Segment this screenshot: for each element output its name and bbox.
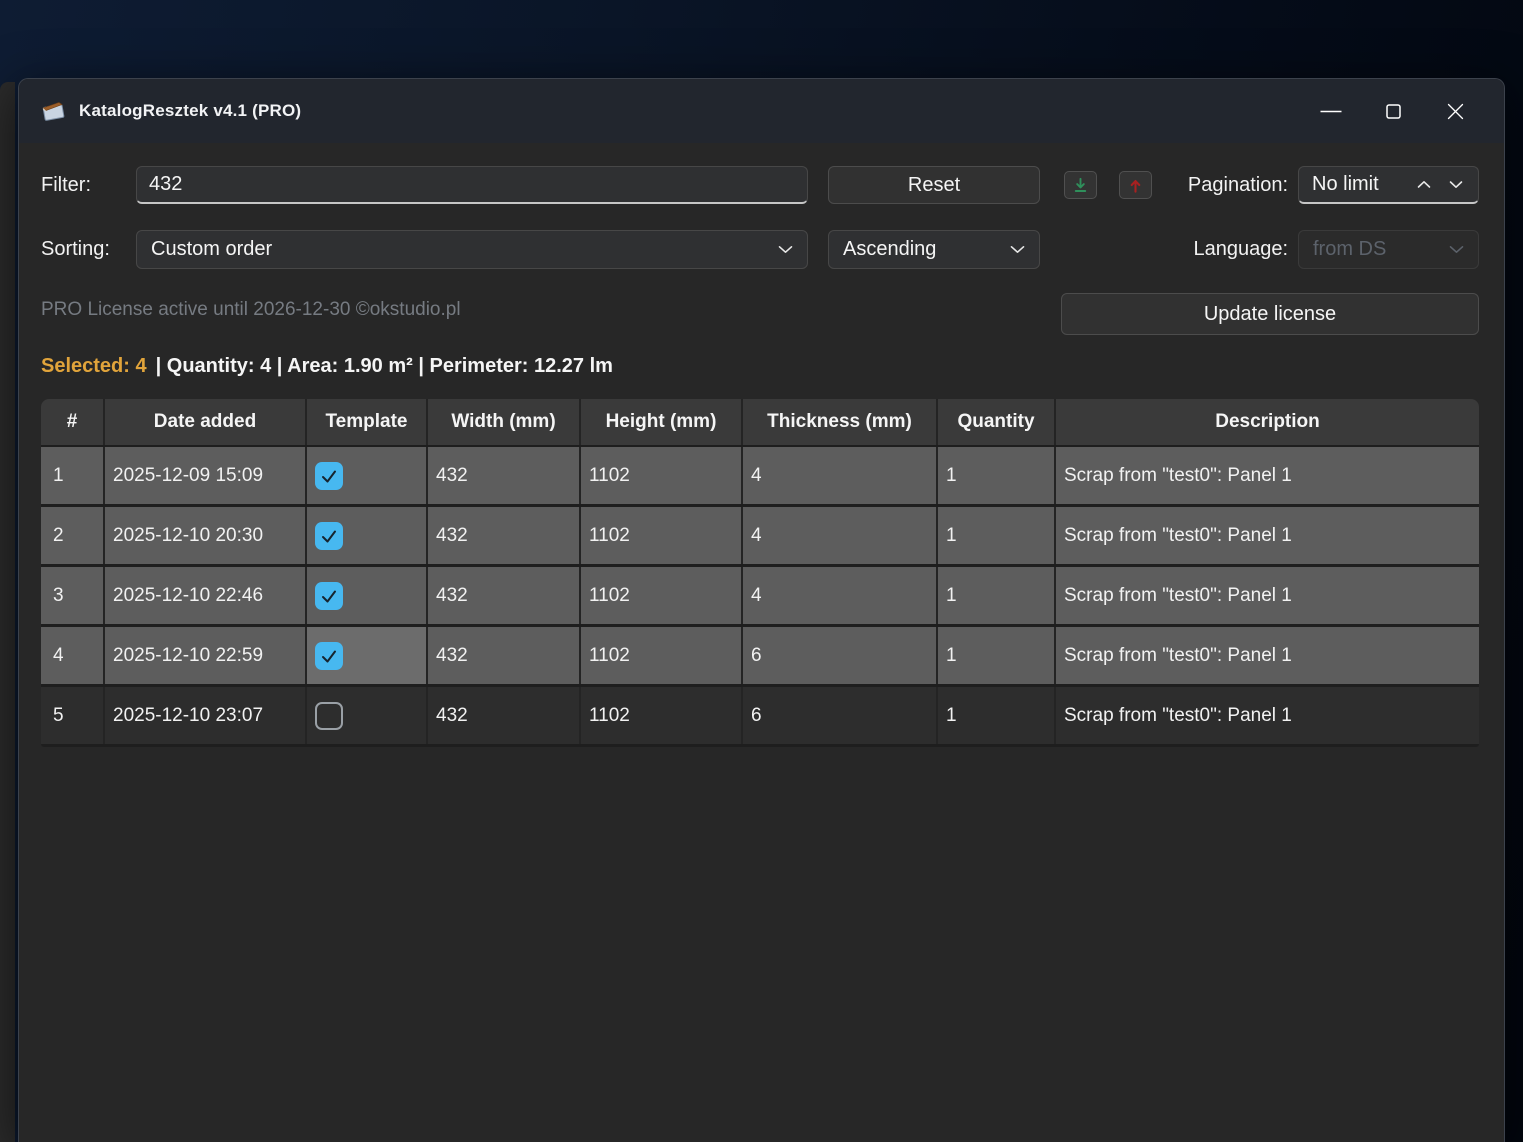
pagination-decrease-button[interactable] xyxy=(1447,178,1465,191)
cell-template xyxy=(307,567,428,624)
title-bar: KatalogResztek v4.1 (PRO) xyxy=(19,79,1504,143)
filter-input[interactable] xyxy=(136,166,808,204)
minimize-button[interactable] xyxy=(1300,89,1362,133)
column-header-thickness: Thickness (mm) xyxy=(743,399,938,445)
close-button[interactable] xyxy=(1424,89,1486,133)
cell-thickness: 6 xyxy=(743,687,938,744)
cell-description: Scrap from "test0": Panel 1 xyxy=(1056,627,1479,684)
column-header-height: Height (mm) xyxy=(581,399,743,445)
cell-index: 5 xyxy=(41,687,105,744)
cell-width: 432 xyxy=(428,507,581,564)
language-label: Language: xyxy=(1099,230,1288,268)
cell-description: Scrap from "test0": Panel 1 xyxy=(1056,507,1479,564)
table-row[interactable]: 4 2025-12-10 22:59 432 1102 6 1 Scrap fr… xyxy=(41,627,1479,687)
column-header-quantity: Quantity xyxy=(938,399,1056,445)
table-header-row: # Date added Template Width (mm) Height … xyxy=(41,399,1479,447)
pagination-spinbox[interactable]: No limit xyxy=(1298,166,1479,204)
pagination-label: Pagination: xyxy=(1099,166,1288,204)
chevron-down-icon xyxy=(1449,245,1464,254)
template-checkbox[interactable] xyxy=(315,642,343,670)
cell-quantity: 1 xyxy=(938,627,1056,684)
cell-index: 2 xyxy=(41,507,105,564)
sort-direction-value: Ascending xyxy=(843,238,936,261)
cell-height: 1102 xyxy=(581,627,743,684)
cell-thickness: 4 xyxy=(743,507,938,564)
column-header-template: Template xyxy=(307,399,428,445)
cell-description: Scrap from "test0": Panel 1 xyxy=(1056,687,1479,744)
cell-quantity: 1 xyxy=(938,687,1056,744)
maximize-button[interactable] xyxy=(1362,89,1424,133)
cell-index: 1 xyxy=(41,447,105,504)
selection-summary: Selected: 4 | Quantity: 4 | Area: 1.90 m²… xyxy=(41,355,613,378)
app-window: KatalogResztek v4.1 (PRO) Filter: Reset xyxy=(18,78,1505,1142)
table-row[interactable]: 1 2025-12-09 15:09 432 1102 4 1 Scrap fr… xyxy=(41,447,1479,507)
chevron-down-icon xyxy=(1449,180,1463,189)
sorting-value: Custom order xyxy=(151,238,272,261)
cell-thickness: 4 xyxy=(743,567,938,624)
cell-date-added: 2025-12-10 22:59 xyxy=(105,627,307,684)
cell-description: Scrap from "test0": Panel 1 xyxy=(1056,447,1479,504)
sort-direction-dropdown[interactable]: Ascending xyxy=(828,230,1040,269)
cell-date-added: 2025-12-09 15:09 xyxy=(105,447,307,504)
app-icon xyxy=(39,98,67,124)
cell-height: 1102 xyxy=(581,447,743,504)
filter-label: Filter: xyxy=(41,166,91,204)
sorting-dropdown[interactable]: Custom order xyxy=(136,230,808,269)
summary-metrics: | Quantity: 4 | Area: 1.90 m² | Perimete… xyxy=(156,355,613,377)
cell-thickness: 6 xyxy=(743,627,938,684)
cell-quantity: 1 xyxy=(938,507,1056,564)
background-window-edge xyxy=(0,82,15,1142)
template-checkbox[interactable] xyxy=(315,522,343,550)
column-header-index: # xyxy=(41,399,105,445)
cell-width: 432 xyxy=(428,627,581,684)
table-row[interactable]: 2 2025-12-10 20:30 432 1102 4 1 Scrap fr… xyxy=(41,507,1479,567)
language-dropdown: from DS xyxy=(1298,230,1479,269)
column-header-description: Description xyxy=(1056,399,1479,445)
cell-index: 3 xyxy=(41,567,105,624)
cell-height: 1102 xyxy=(581,507,743,564)
template-checkbox[interactable] xyxy=(315,462,343,490)
cell-date-added: 2025-12-10 22:46 xyxy=(105,567,307,624)
cell-height: 1102 xyxy=(581,567,743,624)
chevron-up-icon xyxy=(1417,180,1431,189)
cell-date-added: 2025-12-10 23:07 xyxy=(105,687,307,744)
reset-button[interactable]: Reset xyxy=(828,166,1040,204)
chevron-down-icon xyxy=(778,245,793,254)
window-title: KatalogResztek v4.1 (PRO) xyxy=(79,101,301,121)
cell-index: 4 xyxy=(41,627,105,684)
column-header-date-added: Date added xyxy=(105,399,307,445)
update-license-button[interactable]: Update license xyxy=(1061,293,1479,335)
sorting-label: Sorting: xyxy=(41,230,110,268)
cell-quantity: 1 xyxy=(938,567,1056,624)
cell-height: 1102 xyxy=(581,687,743,744)
import-arrow-down-icon xyxy=(1071,176,1090,195)
import-button[interactable] xyxy=(1064,171,1097,199)
cell-width: 432 xyxy=(428,447,581,504)
pagination-increase-button[interactable] xyxy=(1415,178,1433,191)
cell-width: 432 xyxy=(428,687,581,744)
language-value: from DS xyxy=(1313,238,1386,261)
chevron-down-icon xyxy=(1010,245,1025,254)
template-checkbox[interactable] xyxy=(315,702,343,730)
cell-template xyxy=(307,507,428,564)
selected-count: Selected: 4 xyxy=(41,355,147,377)
cell-description: Scrap from "test0": Panel 1 xyxy=(1056,567,1479,624)
cell-thickness: 4 xyxy=(743,447,938,504)
cell-quantity: 1 xyxy=(938,447,1056,504)
cell-date-added: 2025-12-10 20:30 xyxy=(105,507,307,564)
column-header-width: Width (mm) xyxy=(428,399,581,445)
window-controls xyxy=(1300,79,1486,143)
cell-template xyxy=(307,447,428,504)
template-checkbox[interactable] xyxy=(315,582,343,610)
cell-template xyxy=(307,627,428,684)
cell-width: 432 xyxy=(428,567,581,624)
license-status-text: PRO License active until 2026-12-30 ©oks… xyxy=(41,299,461,321)
cell-template xyxy=(307,687,428,744)
table-row[interactable]: 3 2025-12-10 22:46 432 1102 4 1 Scrap fr… xyxy=(41,567,1479,627)
scrap-table: # Date added Template Width (mm) Height … xyxy=(41,399,1479,747)
pagination-value: No limit xyxy=(1312,173,1379,196)
table-row[interactable]: 5 2025-12-10 23:07 432 1102 6 1 Scrap fr… xyxy=(41,687,1479,747)
